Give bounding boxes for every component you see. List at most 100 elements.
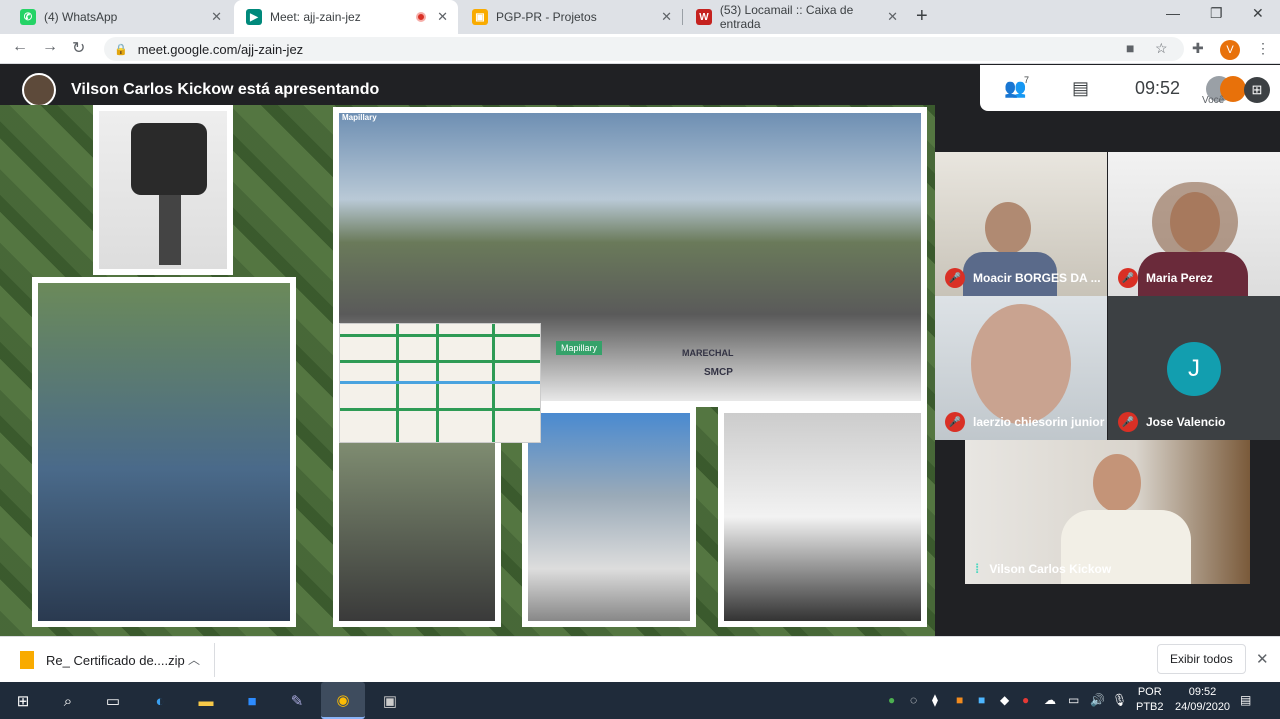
participant-name: 🎤 Moacir BORGES DA ... <box>945 268 1101 288</box>
mic-off-icon: 🎤 <box>1118 412 1138 432</box>
participant-tile[interactable]: 🎤 laerzio chiesorin junior <box>935 296 1107 440</box>
box-icon: ▣ <box>472 9 488 25</box>
tab-label: Meet: ajj-zain-jez <box>270 10 361 24</box>
close-icon[interactable]: ✕ <box>661 9 672 25</box>
tab-locamail[interactable]: W (53) Locamail :: Caixa de entrada ✕ <box>684 0 908 34</box>
mic-off-icon: 🎤 <box>945 412 965 432</box>
presenter-avatar <box>22 73 56 107</box>
extensions-icon[interactable]: ✚ <box>1192 40 1204 57</box>
app-icon[interactable]: ✎ <box>284 688 310 714</box>
car-sign-1: MARECHAL <box>682 348 734 358</box>
grid-icon[interactable]: ⊞ <box>1244 77 1270 103</box>
star-icon[interactable]: ☆ <box>1155 40 1168 57</box>
building-photo <box>522 407 696 627</box>
volume-icon[interactable]: 🔊 <box>1090 693 1105 707</box>
tray-icon[interactable]: ● <box>1022 693 1029 707</box>
close-window-icon[interactable]: ✕ <box>1252 5 1264 22</box>
close-icon[interactable]: ✕ <box>211 9 222 25</box>
chat-icon[interactable]: ▤ <box>1072 78 1089 99</box>
mic-off-icon: 🎤 <box>1118 268 1138 288</box>
meet-clock: 09:52 <box>1135 77 1181 98</box>
menu-icon[interactable]: ⋮ <box>1256 40 1270 57</box>
windows-start-icon[interactable]: ⊞ <box>10 688 36 714</box>
shared-slide: Mapillary Mapillary MARECHAL SMCP <box>0 105 935 636</box>
network-icon[interactable]: ▭ <box>1068 693 1079 707</box>
recording-icon <box>416 12 426 22</box>
participant-name: ⁞ Vilson Carlos Kickow <box>975 561 1112 576</box>
edge-icon[interactable]: ◐ <box>147 688 173 714</box>
downloads-bar: Re_ Certificado de....zip ︿ Exibir todos… <box>0 636 1280 682</box>
speaking-icon: ⁞ <box>975 561 980 576</box>
map-inset <box>339 323 541 443</box>
participant-tile[interactable]: 🎤 Moacir BORGES DA ... <box>935 152 1107 296</box>
tray-icon[interactable]: ■ <box>956 693 963 707</box>
close-icon[interactable]: ✕ <box>887 9 898 25</box>
participant-name: 🎤 Maria Perez <box>1118 268 1213 288</box>
close-icon[interactable]: ✕ <box>437 9 448 25</box>
url-field[interactable]: 🔒 meet.google.com/ajj-zain-jez <box>104 37 1184 61</box>
tray-icon[interactable]: ◆ <box>1000 693 1009 707</box>
back-icon[interactable]: ← <box>12 38 28 56</box>
participant-initial-avatar: J <box>1167 342 1221 396</box>
forward-icon[interactable]: → <box>42 38 58 56</box>
download-file-name: Re_ Certificado de....zip <box>46 652 185 668</box>
tab-label: (4) WhatsApp <box>44 10 118 24</box>
presenter-bar: Vilson Carlos Kickow está apresentando <box>22 73 379 107</box>
show-all-button[interactable]: Exibir todos <box>1157 644 1246 674</box>
car-sign-2: SMCP <box>704 367 733 378</box>
tray-icon[interactable]: ◌ <box>910 693 917 707</box>
car-photo <box>718 407 927 627</box>
zip-file-icon <box>20 651 34 669</box>
dropbox-icon[interactable]: ⧫ <box>932 693 938 707</box>
notifications-icon[interactable]: ▤ <box>1240 693 1251 707</box>
file-explorer-icon[interactable]: ▬ <box>193 688 219 714</box>
presenter-text: Vilson Carlos Kickow está apresentando <box>71 81 380 98</box>
meet-icon: ▶ <box>246 9 262 25</box>
tab-separator <box>682 9 683 25</box>
minimize-icon[interactable]: — <box>1166 5 1180 21</box>
lock-icon: 🔒 <box>114 43 128 56</box>
zoom-icon[interactable]: ■ <box>239 688 265 714</box>
tab-pgp[interactable]: ▣ PGP-PR - Projetos ✕ <box>460 0 682 34</box>
participant-count: 7 <box>1024 75 1030 85</box>
taskbar: ⊞ ⌕ ▭ ◐ ▬ ■ ✎ ◉ ▣ ● ◌ ⧫ ■ ■ ◆ ● ☁ ▭ 🔊 🎙 … <box>0 682 1280 719</box>
participant-tile[interactable]: J 🎤 Jose Valencio <box>1108 296 1280 440</box>
chevron-up-icon[interactable]: ︿ <box>188 651 200 668</box>
divider <box>214 643 215 677</box>
maximize-icon[interactable]: ❐ <box>1210 5 1223 22</box>
input-language[interactable]: POR PTB2 <box>1136 685 1164 715</box>
camera-photo <box>93 105 233 275</box>
tab-label: PGP-PR - Projetos <box>496 10 597 24</box>
tray-icon[interactable]: ■ <box>978 693 985 707</box>
tab-label: (53) Locamail :: Caixa de entrada <box>719 3 854 31</box>
tab-whatsapp[interactable]: ✆ (4) WhatsApp ✕ <box>8 0 232 34</box>
cloud-icon[interactable]: ☁ <box>1044 693 1056 707</box>
microphone-icon[interactable]: 🎙 <box>1112 693 1127 707</box>
chrome-icon[interactable]: ◉ <box>321 682 365 719</box>
tab-meet[interactable]: ▶ Meet: ajj-zain-jez ✕ <box>234 0 458 34</box>
url-text: meet.google.com/ajj-zain-jez <box>137 41 304 57</box>
participant-name: 🎤 Jose Valencio <box>1118 412 1225 432</box>
mic-off-icon: 🎤 <box>945 268 965 288</box>
task-view-icon[interactable]: ▭ <box>100 688 126 714</box>
download-item[interactable]: Re_ Certificado de....zip <box>20 651 185 669</box>
participant-name: 🎤 laerzio chiesorin junior <box>945 412 1104 432</box>
new-tab-button[interactable]: + <box>916 5 928 28</box>
close-icon[interactable]: ✕ <box>1256 650 1269 668</box>
system-clock[interactable]: 09:52 24/09/2020 <box>1175 685 1230 715</box>
profile-avatar[interactable]: V <box>1220 40 1240 60</box>
search-icon[interactable]: ⌕ <box>55 688 81 714</box>
whatsapp-icon: ✆ <box>20 9 36 25</box>
installation-photo <box>32 277 296 627</box>
locamail-icon: W <box>696 9 712 25</box>
participant-tile[interactable]: 🎤 Maria Perez <box>1108 152 1280 296</box>
app-icon-2[interactable]: ▣ <box>377 688 403 714</box>
meet-controls: 👥 7 ▤ 09:52 ⊞ Você <box>980 65 1280 111</box>
map-brand-label: Mapillary <box>342 113 377 122</box>
meet-area: Vilson Carlos Kickow está apresentando 👥… <box>0 65 1280 636</box>
participant-tile-presenter[interactable]: ⁞ Vilson Carlos Kickow <box>965 440 1250 584</box>
tray-icon[interactable]: ● <box>888 693 895 707</box>
address-bar: ← → ↻ 🔒 meet.google.com/ajj-zain-jez ■ ☆… <box>0 34 1280 64</box>
reload-icon[interactable]: ↻ <box>72 38 85 58</box>
camera-icon[interactable]: ■ <box>1126 40 1134 56</box>
